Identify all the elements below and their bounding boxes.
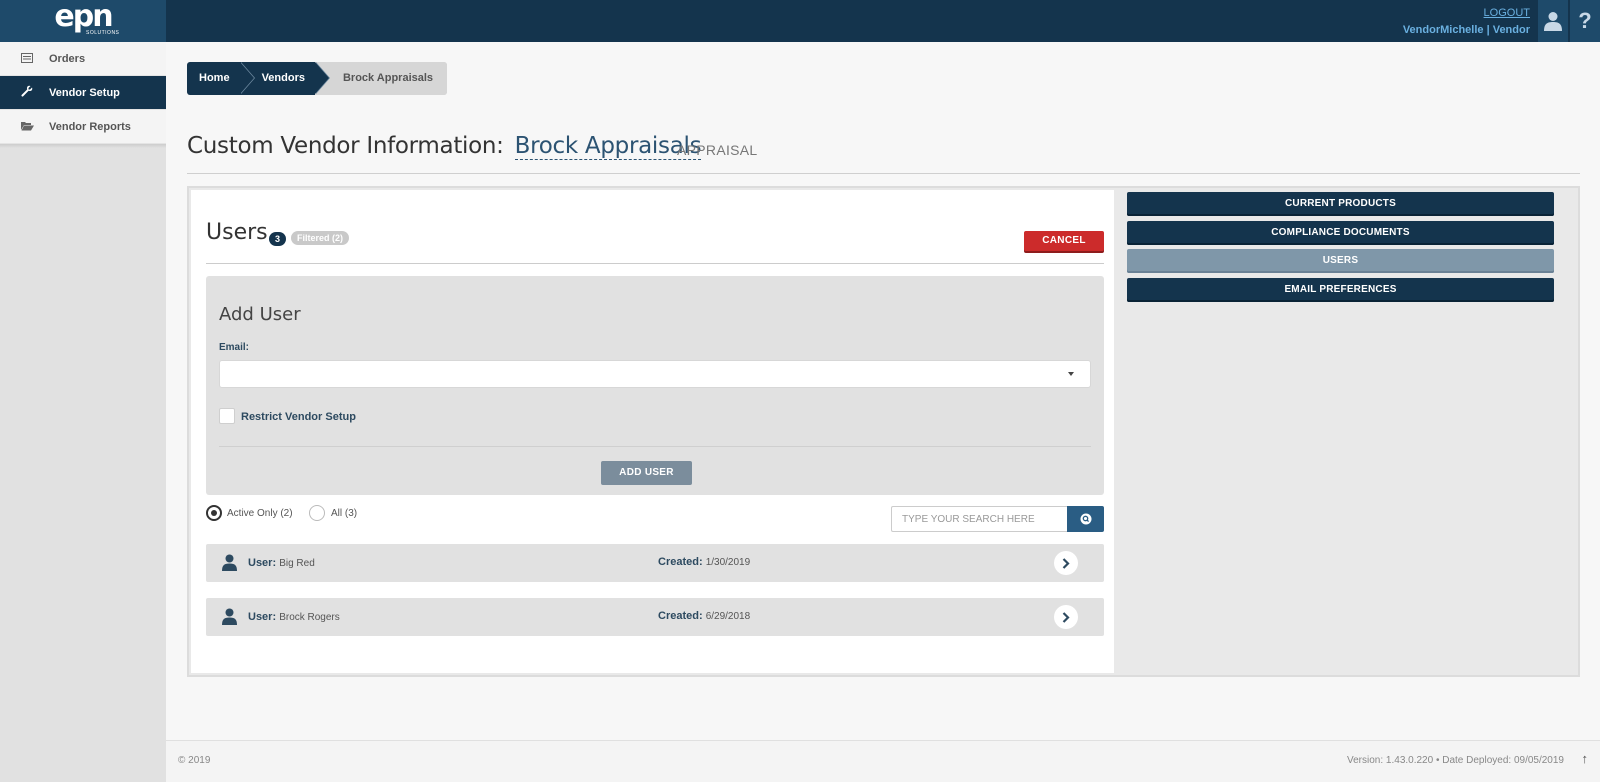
users-divider <box>206 263 1104 264</box>
search-icon <box>1080 513 1091 525</box>
logo[interactable]: epn SOLUTIONS <box>0 0 166 42</box>
add-user-divider <box>219 446 1091 447</box>
users-heading: Users <box>206 220 268 245</box>
wrench-icon <box>20 85 34 100</box>
current-products-button[interactable]: CURRENT PRODUCTS <box>1127 192 1554 216</box>
user-name: Big Red <box>279 558 315 569</box>
radio-all[interactable] <box>309 505 325 521</box>
vendor-name-link[interactable]: Brock Appraisals <box>514 133 702 160</box>
user-area: LOGOUT VendorMichelle | Vendor <box>1403 6 1530 38</box>
radio-all-label[interactable]: All (3) <box>331 508 357 519</box>
sidebar-item-label: Vendor Setup <box>49 86 120 99</box>
restrict-vendor-setup-label[interactable]: Restrict Vendor Setup <box>241 411 356 423</box>
users-button[interactable]: USERS <box>1127 249 1554 273</box>
list-item[interactable]: User: Brock Rogers Created: 6/29/2018 <box>206 598 1104 636</box>
title-divider <box>187 173 1580 174</box>
sidebar-item-label: Vendor Reports <box>49 120 131 133</box>
user-icon <box>222 554 237 576</box>
restrict-vendor-setup-checkbox[interactable] <box>219 408 235 424</box>
breadcrumb-label: Home <box>199 72 230 84</box>
user-name-field: User: Brock Rogers <box>248 611 340 623</box>
logo-text: epn <box>54 0 113 34</box>
footer: © 2019 Version: 1.43.0.220 • Date Deploy… <box>166 740 1600 782</box>
cancel-button[interactable]: CANCEL <box>1024 231 1104 251</box>
user-name: Brock Rogers <box>279 612 340 623</box>
breadcrumb-label: Vendors <box>261 72 305 84</box>
logout-link[interactable]: LOGOUT <box>1403 6 1530 20</box>
top-bar: epn SOLUTIONS LOGOUT VendorMichelle | Ve… <box>0 0 1600 42</box>
created-label: Created: <box>658 556 703 568</box>
add-user-button[interactable]: ADD USER <box>601 461 692 485</box>
radio-active-only[interactable] <box>206 505 222 521</box>
sidebar-item-vendor-setup[interactable]: Vendor Setup <box>0 76 166 110</box>
logo-subtext: SOLUTIONS <box>86 30 120 36</box>
scroll-top-icon[interactable]: ↑ <box>1582 751 1589 766</box>
email-select[interactable] <box>219 360 1091 388</box>
chevron-down-icon <box>1068 372 1074 376</box>
list-item[interactable]: User: Big Red Created: 1/30/2019 <box>206 544 1104 582</box>
created-date: 6/29/2018 <box>705 611 751 622</box>
users-card: Users 3 Filtered (2) CANCEL Add User Ema… <box>191 190 1114 673</box>
page-title-prefix: Custom Vendor Information: <box>187 133 504 159</box>
sidebar-item-orders[interactable]: Orders <box>0 42 166 76</box>
user-label: User: <box>248 557 277 569</box>
filtered-badge: Filtered (2) <box>291 231 350 245</box>
user-role-label: VendorMichelle | Vendor <box>1402 24 1530 36</box>
user-icon <box>222 608 237 630</box>
compliance-documents-button[interactable]: COMPLIANCE DOCUMENTS <box>1127 220 1554 245</box>
sidebar: Orders Vendor Setup Vendor Reports <box>0 42 166 782</box>
created-label: Created: <box>658 610 703 622</box>
page-title: Custom Vendor Information: Brock Apprais… <box>187 133 702 160</box>
search-input[interactable] <box>891 506 1068 532</box>
breadcrumb-current: Brock Appraisals <box>314 62 448 95</box>
vendor-type-label: APPRAISAL <box>677 142 758 158</box>
list-icon <box>20 52 34 66</box>
email-preferences-button[interactable]: EMAIL PREFERENCES <box>1127 277 1554 302</box>
created-field: Created: 1/30/2019 <box>658 556 750 568</box>
sidebar-item-label: Orders <box>49 52 86 65</box>
copyright: © 2019 <box>178 755 211 766</box>
breadcrumb-home[interactable]: Home <box>187 62 255 95</box>
users-count-badge: 3 <box>269 232 286 246</box>
sidebar-item-vendor-reports[interactable]: Vendor Reports <box>0 110 166 144</box>
user-label: User: <box>248 611 277 623</box>
search-button[interactable] <box>1067 506 1104 532</box>
folder-open-icon <box>20 120 34 134</box>
breadcrumb-label: Brock Appraisals <box>342 72 434 84</box>
created-date: 1/30/2019 <box>705 557 751 568</box>
sidebar-divider <box>0 144 166 148</box>
breadcrumb: Home Vendors Brock Appraisals <box>187 62 448 95</box>
created-field: Created: 6/29/2018 <box>658 610 750 622</box>
add-user-form: Add User Email: Restrict Vendor Setup AD… <box>206 276 1104 495</box>
vendor-section-nav: CURRENT PRODUCTS COMPLIANCE DOCUMENTS US… <box>1127 192 1554 306</box>
help-icon[interactable]: ? <box>1570 0 1600 42</box>
vendor-panel: Users 3 Filtered (2) CANCEL Add User Ema… <box>187 186 1580 677</box>
chevron-right-icon[interactable] <box>1054 551 1078 575</box>
add-user-title: Add User <box>219 304 301 325</box>
version-info: Version: 1.43.0.220 • Date Deployed: 09/… <box>1347 755 1564 766</box>
email-label: Email: <box>219 342 250 353</box>
user-name-field: User: Big Red <box>248 557 315 569</box>
chevron-right-icon[interactable] <box>1054 605 1078 629</box>
user-icon[interactable] <box>1538 0 1568 42</box>
radio-active-only-label[interactable]: Active Only (2) <box>227 508 293 519</box>
